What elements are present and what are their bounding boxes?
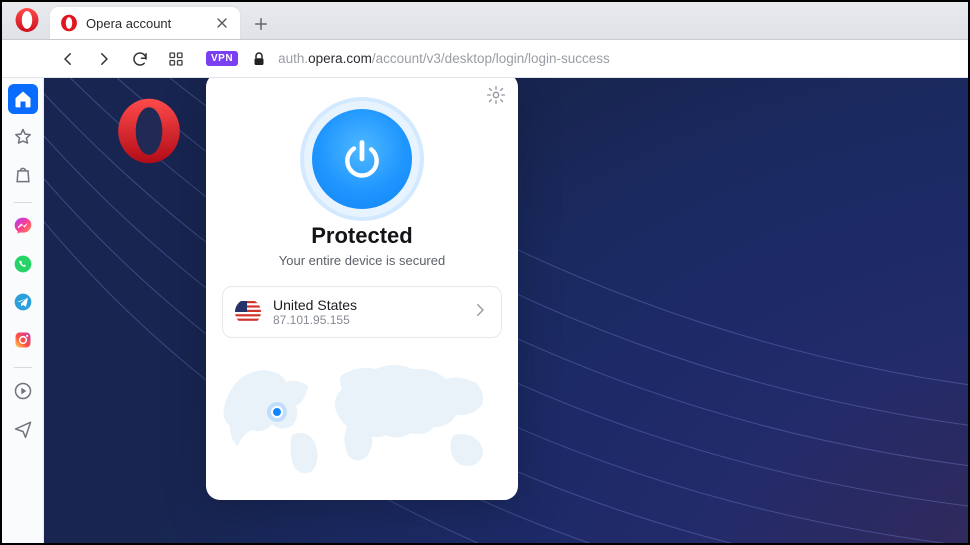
tab-strip: Opera account — [2, 2, 968, 40]
chevron-right-icon — [95, 50, 113, 68]
sidebar-item-home[interactable] — [8, 84, 38, 114]
reload-button[interactable] — [124, 43, 156, 75]
url-host-prefix: auth. — [278, 51, 308, 66]
power-icon — [340, 137, 384, 181]
new-tab-button[interactable] — [246, 9, 276, 39]
vpn-panel: Protected Your entire device is secured … — [206, 78, 518, 500]
chevron-right-icon — [471, 301, 489, 324]
sidebar-separator — [14, 367, 32, 368]
shopping-bag-icon — [13, 165, 33, 185]
messenger-icon — [13, 216, 33, 236]
vpn-badge[interactable]: VPN — [206, 51, 238, 66]
vpn-status-title: Protected — [222, 223, 502, 249]
speed-dial-button[interactable] — [160, 43, 192, 75]
opera-favicon-icon — [60, 14, 78, 32]
sidebar-item-messenger[interactable] — [8, 211, 38, 241]
whatsapp-icon — [13, 254, 33, 274]
vpn-settings-button[interactable] — [486, 85, 506, 105]
us-flag-icon — [235, 299, 261, 325]
world-map-icon — [222, 352, 502, 482]
sidebar — [2, 78, 44, 543]
vpn-location-country: United States — [273, 297, 459, 313]
plus-icon — [252, 15, 270, 33]
star-icon — [13, 127, 33, 147]
toolbar: VPN auth. opera.com /account/v3/desktop/… — [2, 40, 968, 78]
back-button[interactable] — [52, 43, 84, 75]
sidebar-item-whatsapp[interactable] — [8, 249, 38, 279]
site-security-button[interactable] — [250, 50, 268, 68]
vpn-location-button[interactable]: United States 87.101.95.155 — [222, 286, 502, 338]
play-circle-icon — [13, 381, 33, 401]
vpn-status-subtitle: Your entire device is secured — [222, 253, 502, 268]
instagram-icon — [13, 330, 33, 350]
url-host: opera.com — [308, 51, 372, 66]
tab-active[interactable]: Opera account — [50, 7, 240, 39]
sidebar-separator — [14, 202, 32, 203]
telegram-icon — [13, 292, 33, 312]
forward-button[interactable] — [88, 43, 120, 75]
vpn-location-dot — [271, 406, 283, 418]
reload-icon — [131, 50, 149, 68]
send-icon — [13, 419, 33, 439]
sidebar-item-player[interactable] — [8, 376, 38, 406]
grid-icon — [167, 50, 185, 68]
address-bar[interactable]: auth. opera.com /account/v3/desktop/logi… — [278, 51, 610, 66]
lock-icon — [250, 50, 268, 68]
sidebar-item-instagram[interactable] — [8, 325, 38, 355]
main-area: Protected Your entire device is secured … — [2, 78, 968, 543]
url-path: /account/v3/desktop/login/login-success — [372, 51, 610, 66]
tab-title: Opera account — [86, 16, 206, 31]
home-icon — [13, 89, 33, 109]
sidebar-item-telegram[interactable] — [8, 287, 38, 317]
opera-logo-icon — [14, 7, 40, 33]
sidebar-item-bookmarks[interactable] — [8, 122, 38, 152]
browser-window: Opera account VPN auth. opera.com — [0, 0, 970, 545]
sidebar-item-send[interactable] — [8, 414, 38, 444]
vpn-world-map — [222, 352, 502, 482]
chevron-left-icon — [59, 50, 77, 68]
page-content: Protected Your entire device is secured … — [44, 78, 968, 543]
opera-page-logo-icon — [114, 96, 184, 166]
vpn-toggle-button[interactable] — [312, 109, 412, 209]
gear-icon — [486, 85, 506, 105]
close-icon — [214, 14, 230, 32]
tab-close-button[interactable] — [214, 15, 230, 31]
vpn-location-ip: 87.101.95.155 — [273, 313, 459, 327]
sidebar-item-shopping[interactable] — [8, 160, 38, 190]
